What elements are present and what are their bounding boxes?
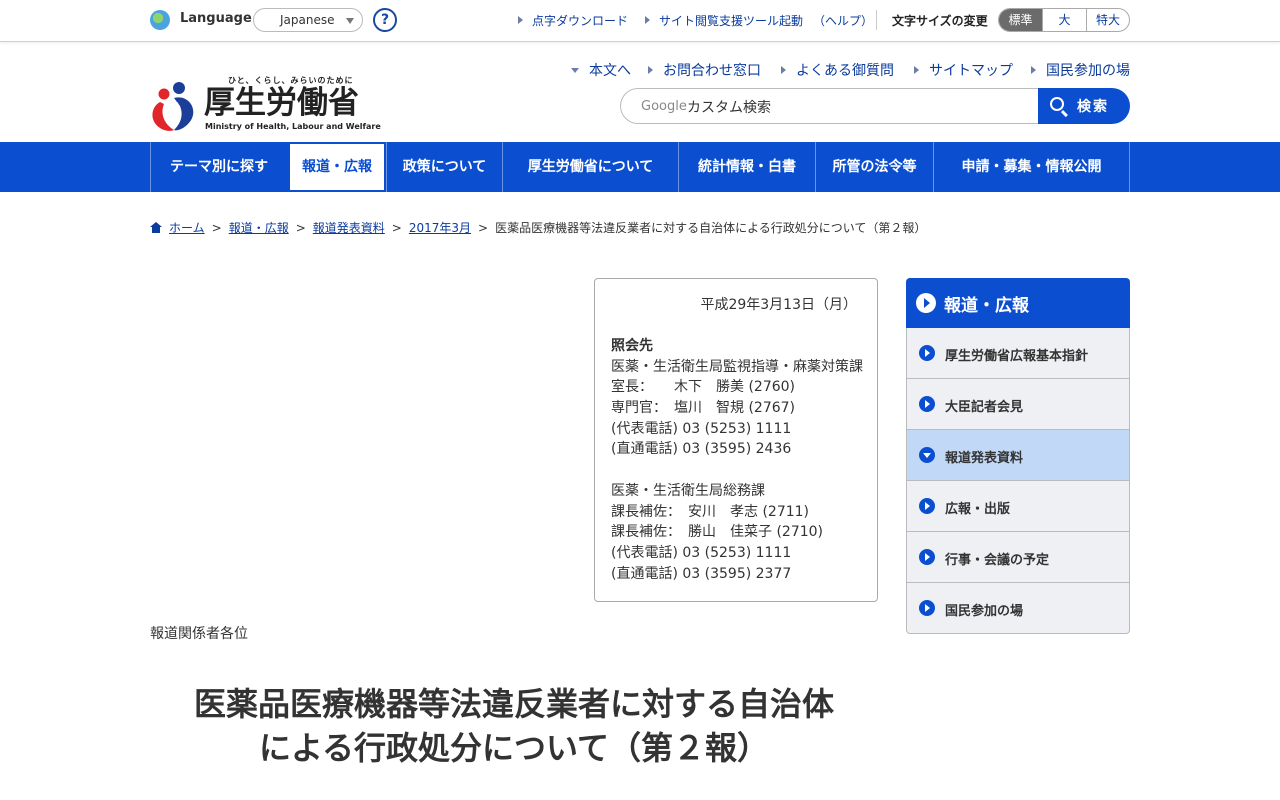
side-item-press-conference[interactable]: 大臣記者会見 xyxy=(906,379,1130,430)
divider xyxy=(876,10,877,30)
arrow-down-circle-icon xyxy=(919,447,935,463)
language-select[interactable]: Japanese xyxy=(253,8,363,32)
ministry-logo-icon[interactable] xyxy=(150,80,198,132)
search-button-label: 検索 xyxy=(1077,99,1109,115)
logo-english-name: Ministry of Health, Labour and Welfare xyxy=(205,122,381,131)
faq-link[interactable]: よくある御質問 xyxy=(781,60,894,80)
page-title-line-1: 医薬品医療機器等法違反業者に対する自治体 xyxy=(193,685,834,723)
breadcrumb-home[interactable]: ホーム xyxy=(169,221,205,235)
arrow-circle-icon xyxy=(919,396,935,412)
nav-policy[interactable]: 政策について xyxy=(386,142,502,192)
home-icon xyxy=(150,222,162,233)
search-input[interactable]: Google カスタム検索 xyxy=(620,88,1040,124)
arrow-circle-icon xyxy=(919,498,935,514)
skip-to-content-link[interactable]: 本文へ xyxy=(571,60,631,80)
utility-bar: Language Japanese ? 点字ダウンロード サイト閲覧支援ツール起… xyxy=(0,0,1280,42)
contact-line: 課長補佐： 勝山 佳菜子 (2710) xyxy=(611,524,824,541)
font-size-toggle: 標準 大 特大 xyxy=(998,8,1130,32)
contact-line: 専門官： 塩川 智規 (2767) xyxy=(611,400,796,417)
arrow-right-icon xyxy=(781,66,786,74)
accessibility-tool-link[interactable]: サイト閲覧支援ツール起動 xyxy=(645,12,803,29)
arrow-circle-icon xyxy=(919,600,935,616)
nav-statistics[interactable]: 統計情報・白書 xyxy=(678,142,815,192)
nav-about-ministry[interactable]: 厚生労働省について xyxy=(502,142,678,192)
contact-line: (代表電話) 03 (5253) 1111 xyxy=(611,420,792,437)
breadcrumb: ホーム > 報道・広報 > 報道発表資料 >2017年3月 > 医薬品医療機器等法違反業者に対… xyxy=(150,219,926,236)
nav-theme[interactable]: テーマ別に探す xyxy=(150,142,287,192)
contact-dept: 医薬・生活衛生局総務課 xyxy=(611,482,765,499)
globe-icon xyxy=(150,10,170,30)
side-nav: 報道・広報 厚生労働省広報基本指針 大臣記者会見 報道発表資料 広報・出版 行事… xyxy=(906,278,1130,634)
page-title: 医薬品医療機器等法違反業者に対する自治体 による行政処分について（第２報） xyxy=(150,682,878,770)
sitemap-link[interactable]: サイトマップ xyxy=(914,60,1013,80)
search-placeholder: カスタム検索 xyxy=(687,100,771,116)
arrow-right-icon xyxy=(648,66,653,74)
contact-line: 室長： 木下 勝美 (2760) xyxy=(611,379,796,396)
arrow-right-icon xyxy=(1031,66,1036,74)
breadcrumb-press-releases[interactable]: 報道発表資料 xyxy=(313,221,385,235)
nav-applications[interactable]: 申請・募集・情報公開 xyxy=(933,142,1129,192)
arrow-circle-icon xyxy=(916,293,936,313)
braille-download-link[interactable]: 点字ダウンロード xyxy=(518,12,628,29)
chevron-down-icon xyxy=(346,18,354,24)
accessibility-help-link[interactable]: （ヘルプ） xyxy=(813,12,873,29)
font-size-standard-button[interactable]: 標準 xyxy=(999,9,1042,31)
contact-line: (直通電話) 03 (3595) 2436 xyxy=(611,441,792,458)
page-title-line-2: による行政処分について（第２報） xyxy=(258,729,770,767)
help-button[interactable]: ? xyxy=(373,8,397,32)
font-size-xlarge-button[interactable]: 特大 xyxy=(1086,9,1129,31)
nav-press[interactable]: 報道・広報 xyxy=(288,142,386,192)
font-size-large-button[interactable]: 大 xyxy=(1042,9,1086,31)
contact-details: 照会先 医薬・生活衛生局監視指導・麻薬対策課 室長： 木下 勝美 (2760) … xyxy=(611,336,863,584)
public-participation-link[interactable]: 国民参加の場 xyxy=(1031,60,1130,80)
contact-line: 課長補佐： 安川 孝志 (2711) xyxy=(611,503,810,520)
side-item-press-releases[interactable]: 報道発表資料 xyxy=(906,430,1130,481)
contact-line: (代表電話) 03 (5253) 1111 xyxy=(611,544,792,561)
contact-info-box: 平成29年3月13日（月） 照会先 医薬・生活衛生局監視指導・麻薬対策課 室長：… xyxy=(594,278,878,602)
breadcrumb-press[interactable]: 報道・広報 xyxy=(229,221,289,235)
side-item-events[interactable]: 行事・会議の予定 xyxy=(906,532,1130,583)
side-item-public-participation[interactable]: 国民参加の場 xyxy=(906,583,1130,634)
addressee: 報道関係者各位 xyxy=(150,626,248,642)
global-nav: テーマ別に探す 報道・広報 政策について 厚生労働省について 統計情報・白書 所… xyxy=(0,142,1280,192)
arrow-circle-icon xyxy=(919,345,935,361)
contact-line: (直通電話) 03 (3595) 2377 xyxy=(611,565,792,582)
arrow-down-icon xyxy=(571,68,579,73)
search-icon xyxy=(1050,97,1064,111)
contact-heading: 照会先 xyxy=(611,338,653,354)
search-button[interactable]: 検索 xyxy=(1038,88,1130,124)
arrow-right-icon xyxy=(914,66,919,74)
nav-laws[interactable]: 所管の法令等 xyxy=(815,142,933,192)
nav-divider xyxy=(1129,142,1130,192)
contact-dept: 医薬・生活衛生局監視指導・麻薬対策課 xyxy=(611,358,863,375)
language-select-value: Japanese xyxy=(280,13,335,27)
breadcrumb-month[interactable]: 2017年3月 xyxy=(409,221,471,235)
arrow-circle-icon xyxy=(919,549,935,565)
side-item-pr-policy[interactable]: 厚生労働省広報基本指針 xyxy=(906,328,1130,379)
contact-link[interactable]: お問合わせ窓口 xyxy=(648,60,761,80)
side-nav-heading[interactable]: 報道・広報 xyxy=(906,278,1130,328)
font-size-label: 文字サイズの変更 xyxy=(892,14,988,28)
breadcrumb-current: 医薬品医療機器等法違反業者に対する自治体による行政処分について（第２報） xyxy=(495,221,927,235)
logo-title[interactable]: 厚生労働省 xyxy=(204,86,359,120)
release-date: 平成29年3月13日（月） xyxy=(700,297,857,313)
arrow-right-icon xyxy=(518,16,523,24)
side-item-publications[interactable]: 広報・出版 xyxy=(906,481,1130,532)
language-label: Language xyxy=(180,11,252,26)
arrow-right-icon xyxy=(645,16,650,24)
google-brand-label: Google xyxy=(641,99,687,114)
